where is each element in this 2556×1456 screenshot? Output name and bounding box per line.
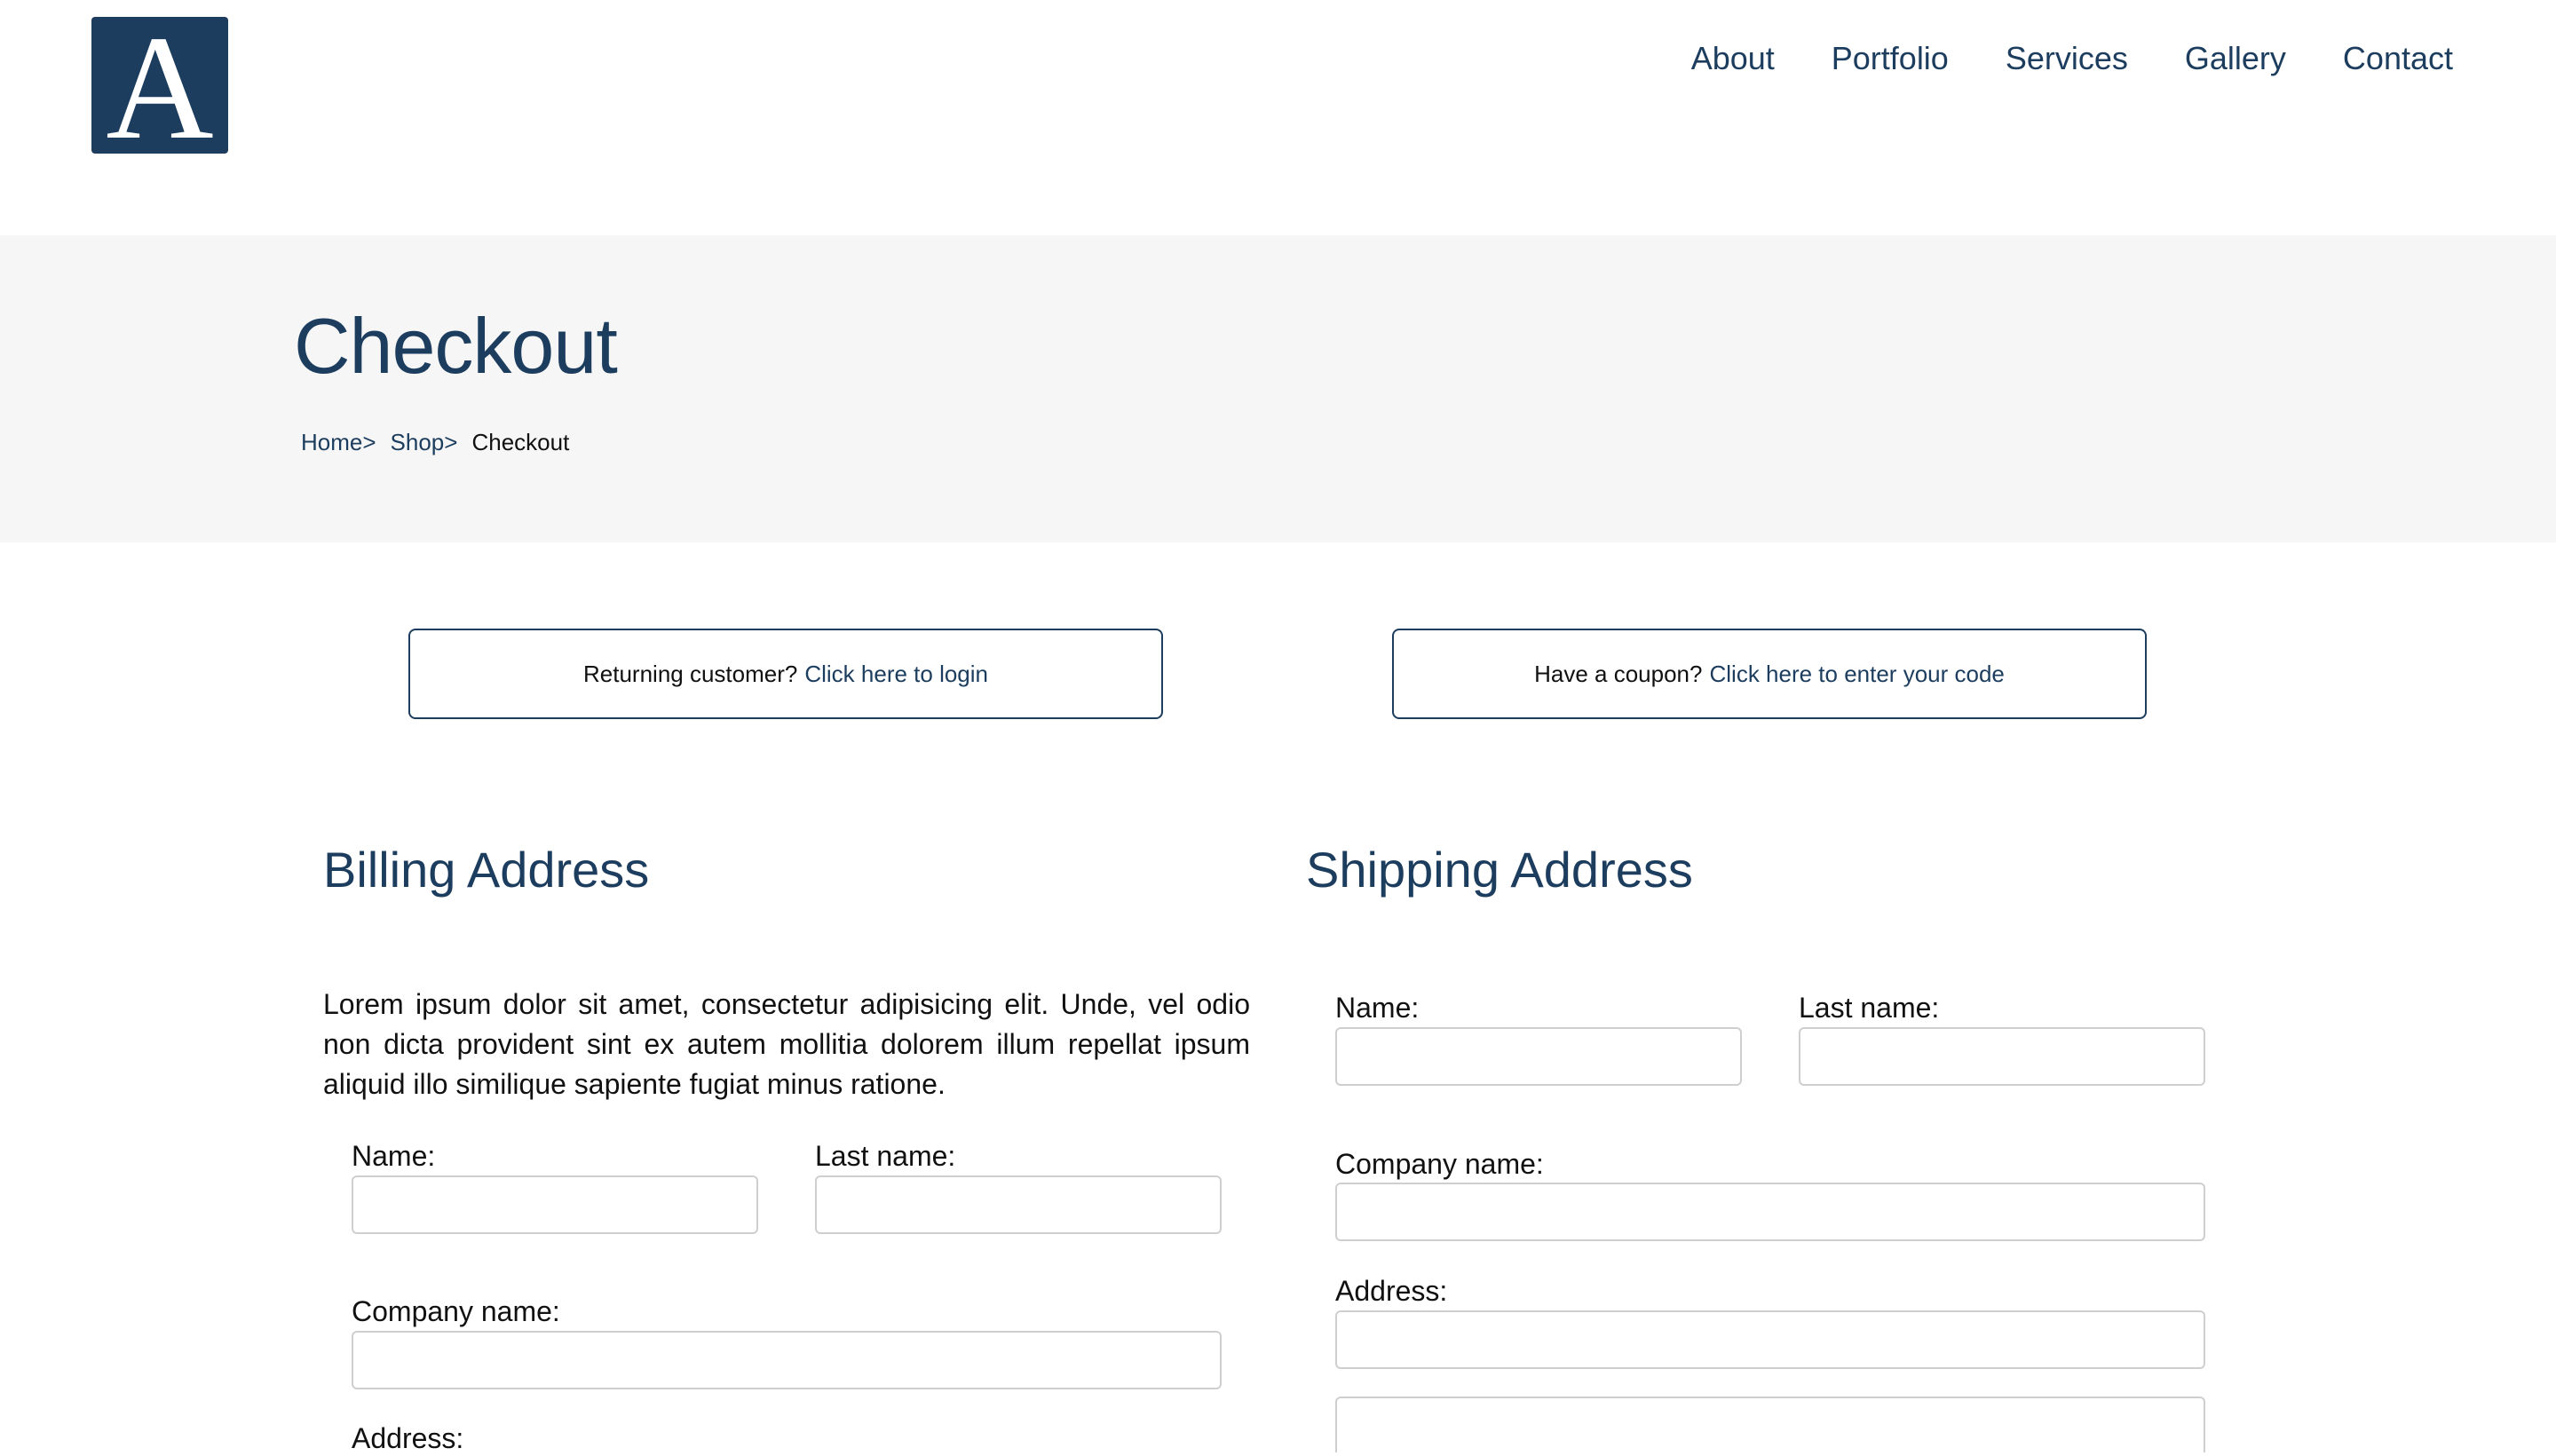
nav-contact[interactable]: Contact xyxy=(2343,37,2453,80)
coupon-link[interactable]: Click here to enter your code xyxy=(1709,659,2004,689)
breadcrumb-home[interactable]: Home> xyxy=(301,427,376,457)
billing-company-input[interactable] xyxy=(352,1331,1222,1389)
nav-portfolio[interactable]: Portfolio xyxy=(1832,37,1949,80)
page-title: Checkout xyxy=(294,302,618,390)
coupon-notice: Have a coupon? Click here to enter your … xyxy=(1392,629,2147,719)
nav-about[interactable]: About xyxy=(1691,37,1775,80)
billing-title: Billing Address xyxy=(323,842,650,898)
nav-services[interactable]: Services xyxy=(2006,37,2128,80)
shipping-title: Shipping Address xyxy=(1306,842,1693,898)
shipping-company-input[interactable] xyxy=(1335,1183,2205,1241)
shipping-address-input-1[interactable] xyxy=(1335,1310,2205,1369)
billing-last-name-input[interactable] xyxy=(815,1175,1222,1234)
nav-gallery[interactable]: Gallery xyxy=(2185,37,2286,80)
shipping-address-input-2[interactable] xyxy=(1335,1397,2205,1452)
logo[interactable]: A xyxy=(91,13,228,162)
breadcrumb: Home> Shop> Checkout xyxy=(301,427,569,457)
shipping-name-label: Name: xyxy=(1335,992,1420,1024)
shipping-last-name-label: Last name: xyxy=(1799,992,1940,1024)
billing-address-label: Address: xyxy=(352,1422,464,1454)
breadcrumb-current: Checkout xyxy=(471,429,570,455)
shipping-last-name-input[interactable] xyxy=(1799,1027,2205,1086)
returning-customer-text: Returning customer? xyxy=(583,661,798,687)
returning-customer-notice: Returning customer? Click here to login xyxy=(408,629,1163,719)
logo-letter: A xyxy=(106,5,214,170)
billing-name-label: Name: xyxy=(352,1140,436,1172)
coupon-text: Have a coupon? xyxy=(1534,661,1703,687)
breadcrumb-shop[interactable]: Shop> xyxy=(391,427,458,457)
billing-intro: Lorem ipsum dolor sit amet, consectetur … xyxy=(323,988,1250,1100)
main-nav: About Portfolio Services Gallery Contact xyxy=(1691,37,2453,80)
billing-last-name-label: Last name: xyxy=(815,1140,956,1172)
billing-name-input[interactable] xyxy=(352,1175,758,1234)
billing-company-label: Company name: xyxy=(352,1295,560,1327)
shipping-company-label: Company name: xyxy=(1335,1148,1544,1180)
shipping-address-label: Address: xyxy=(1335,1275,1448,1307)
shipping-name-input[interactable] xyxy=(1335,1027,1742,1086)
login-link[interactable]: Click here to login xyxy=(804,659,988,689)
